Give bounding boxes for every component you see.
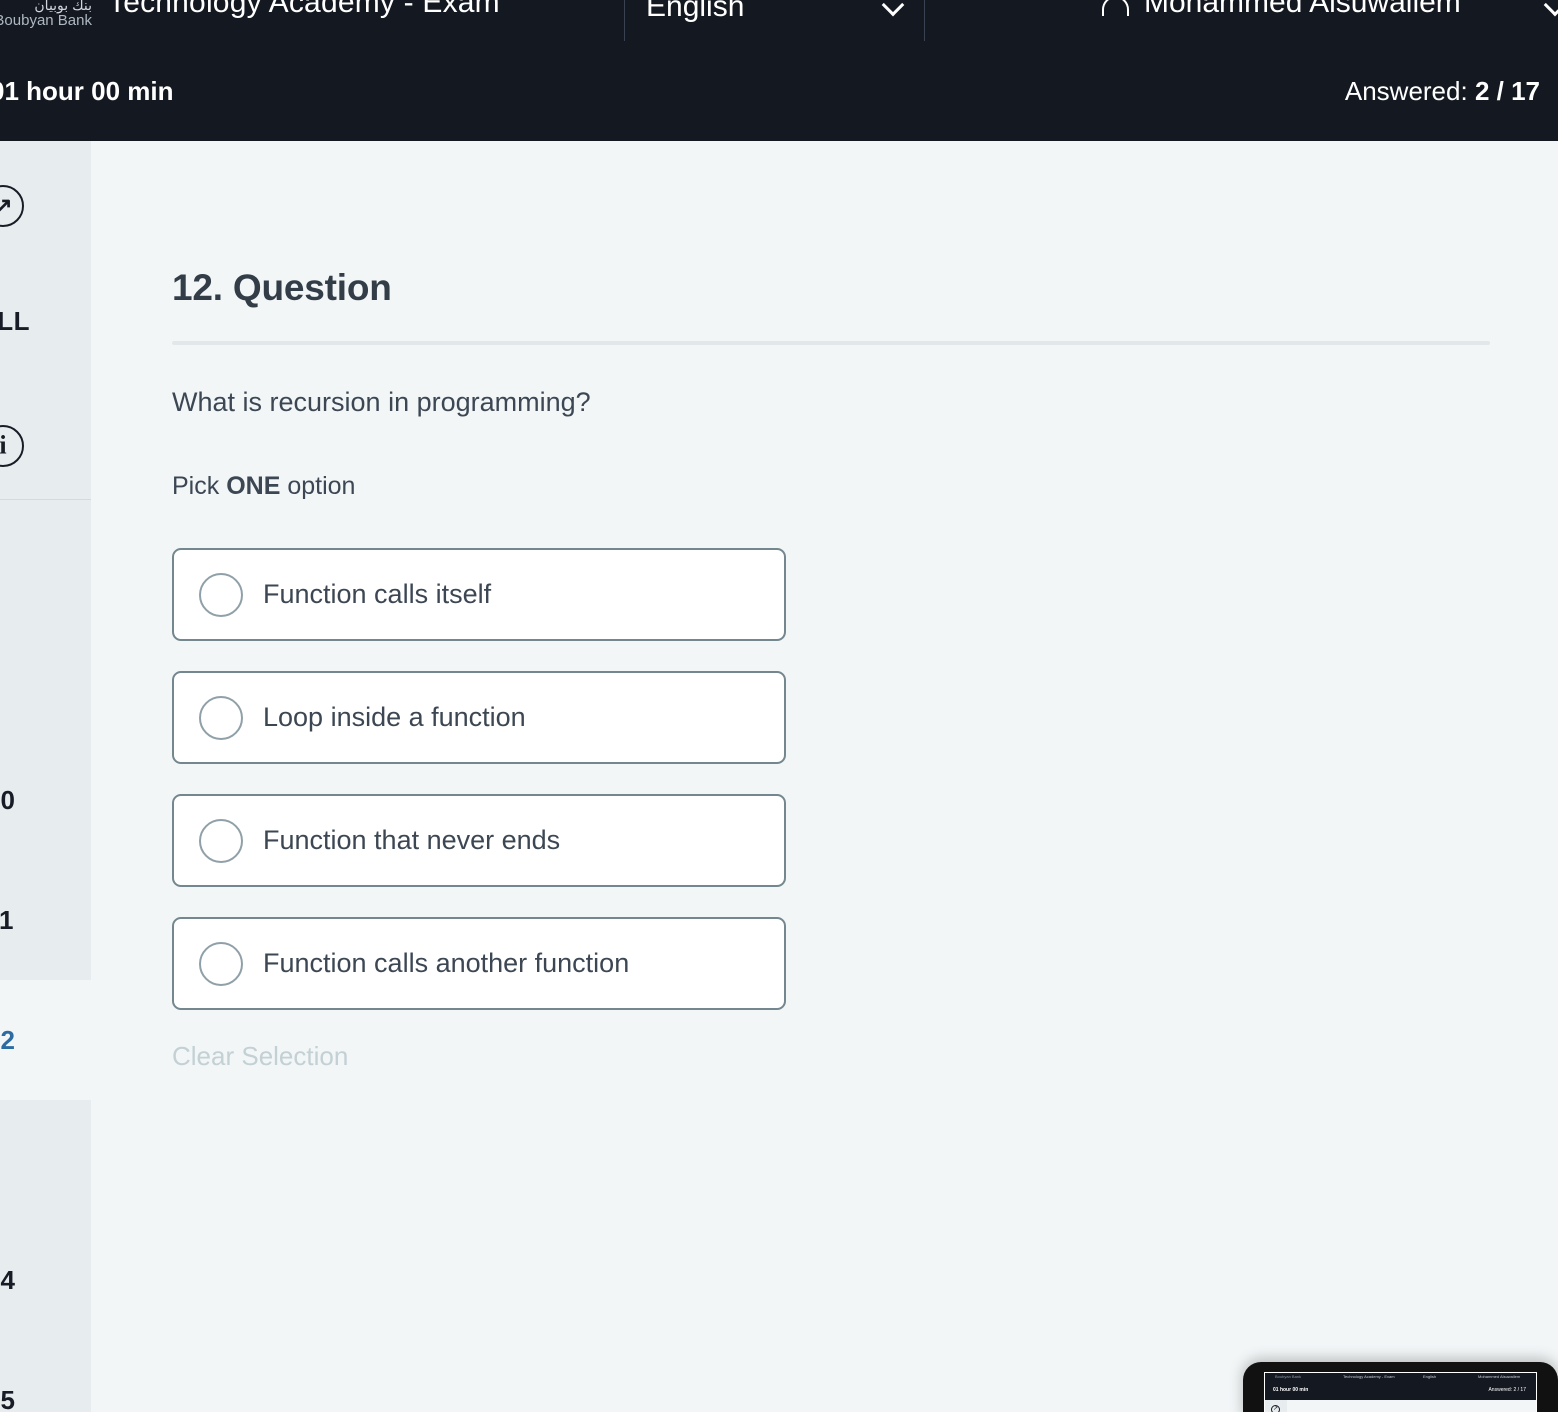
radio-button-icon[interactable] — [199, 695, 243, 740]
exam-title: Technology Academy - Exam — [108, 0, 500, 19]
answer-option-3[interactable]: Function that never ends — [172, 794, 786, 887]
preview-timer: 01 hour 00 min — [1273, 1387, 1309, 1393]
answer-option-2[interactable]: Loop inside a function — [172, 671, 786, 764]
answered-counter: Answered: 2 / 17 — [1345, 76, 1540, 107]
answer-option-label: Function calls another function — [263, 948, 630, 978]
radio-button-icon[interactable] — [199, 818, 243, 863]
language-label: English — [646, 0, 745, 23]
screen-share-preview-content: Boubyan Bank Technology Academy - Exam E… — [1264, 1372, 1537, 1412]
preview-brand: Boubyan Bank — [1275, 1374, 1302, 1379]
question-panel: 12. Question What is recursion in progra… — [91, 141, 1558, 1412]
status-bar: 01 hour 00 min Answered: 2 / 17 — [0, 46, 1558, 141]
user-menu[interactable]: Mohammed Alsuwailem — [1098, 0, 1461, 28]
pick-suffix: option — [280, 472, 356, 500]
person-icon — [1098, 0, 1132, 20]
answer-option-label: Function that never ends — [263, 825, 561, 855]
pick-strong: ONE — [226, 472, 281, 500]
sidebar-question-9[interactable]: 9 — [0, 620, 91, 740]
top-bar-main-row: بنك بوبيان Boubyan Bank Technology Acade… — [0, 0, 1558, 46]
chevron-down-icon — [1546, 0, 1558, 13]
exam-timer: 01 hour 00 min — [0, 76, 174, 106]
preview-user-name: Mohammed Alsuwailem — [1478, 1374, 1521, 1379]
preview-sidebar — [1265, 1400, 1287, 1412]
pick-one-instruction: Pick ONE option — [172, 472, 355, 501]
sidebar-question-12[interactable]: 12 — [0, 980, 91, 1100]
question-divider — [172, 341, 1490, 345]
sidebar-question-10[interactable]: 10 — [0, 740, 91, 860]
brand-name-arabic: بنك بوبيان — [34, 0, 92, 13]
screen-share-preview[interactable]: Boubyan Bank Technology Academy - Exam E… — [1243, 1362, 1558, 1412]
answer-option-label: Function calls itself — [263, 579, 492, 609]
sidebar-question-14[interactable]: 14 — [0, 1220, 91, 1340]
answered-label: Answered: — [1344, 76, 1468, 106]
sidebar-tools: ↗ ALL i — [0, 141, 91, 500]
radio-button-icon[interactable] — [199, 941, 243, 986]
answer-option-4[interactable]: Function calls another function — [172, 917, 786, 1010]
answer-option-label: Loop inside a function — [263, 702, 526, 732]
sidebar-info-button[interactable]: i — [0, 425, 24, 467]
question-number: 15 — [0, 1384, 15, 1412]
info-icon: i — [0, 425, 24, 467]
review-arrow-glyph: ↗ — [0, 192, 13, 219]
question-prompt: What is recursion in programming? — [172, 387, 591, 417]
header-divider-right — [924, 0, 925, 41]
sidebar-all-label[interactable]: ALL — [0, 306, 30, 337]
question-number-list: 8 9 10 11 12 13 14 15 — [0, 500, 91, 1412]
question-heading: 12. Question — [172, 267, 392, 308]
sidebar-question-15[interactable]: 15 — [0, 1340, 91, 1412]
question-number: 11 — [0, 904, 14, 935]
info-glyph: i — [0, 430, 7, 460]
brand-logo: بنك بوبيان Boubyan Bank — [0, 0, 92, 28]
preview-body — [1287, 1400, 1536, 1412]
question-sidebar[interactable]: ↗ ALL i 8 9 10 11 1 — [0, 141, 91, 1412]
exam-page: بنك بوبيان Boubyan Bank Technology Acade… — [0, 0, 1558, 1412]
sidebar-question-11[interactable]: 11 — [0, 860, 91, 980]
answer-option-1[interactable]: Function calls itself — [172, 548, 786, 641]
preview-top-bar: Boubyan Bank Technology Academy - Exam E… — [1265, 1373, 1536, 1400]
top-bar: بنك بوبيان Boubyan Bank Technology Acade… — [0, 0, 1558, 141]
answered-value: 2 / 17 — [1474, 76, 1540, 106]
question-number: 12 — [0, 1024, 15, 1055]
preview-review-arrow-icon — [1271, 1405, 1280, 1412]
sidebar-question-8[interactable]: 8 — [0, 500, 91, 620]
sidebar-review-all-button[interactable]: ↗ — [0, 185, 24, 227]
question-number: 14 — [0, 1264, 15, 1295]
pick-prefix: Pick — [172, 472, 227, 500]
header-divider-left — [624, 0, 625, 41]
preview-answered: Answered: 2 / 17 — [1488, 1387, 1526, 1393]
brand-name-english: Boubyan Bank — [0, 11, 92, 29]
language-selector[interactable]: English — [646, 0, 906, 28]
review-arrow-icon: ↗ — [0, 185, 24, 227]
user-name-label: Mohammed Alsuwailem — [1144, 0, 1461, 19]
preview-language: English — [1423, 1374, 1437, 1379]
clear-selection-button[interactable]: Clear Selection — [172, 1041, 348, 1072]
answer-options: Function calls itself Loop inside a func… — [172, 548, 786, 1040]
question-number: 10 — [0, 784, 15, 815]
preview-exam-title: Technology Academy - Exam — [1343, 1374, 1395, 1379]
radio-button-icon[interactable] — [199, 572, 243, 617]
chevron-down-icon — [884, 0, 902, 13]
